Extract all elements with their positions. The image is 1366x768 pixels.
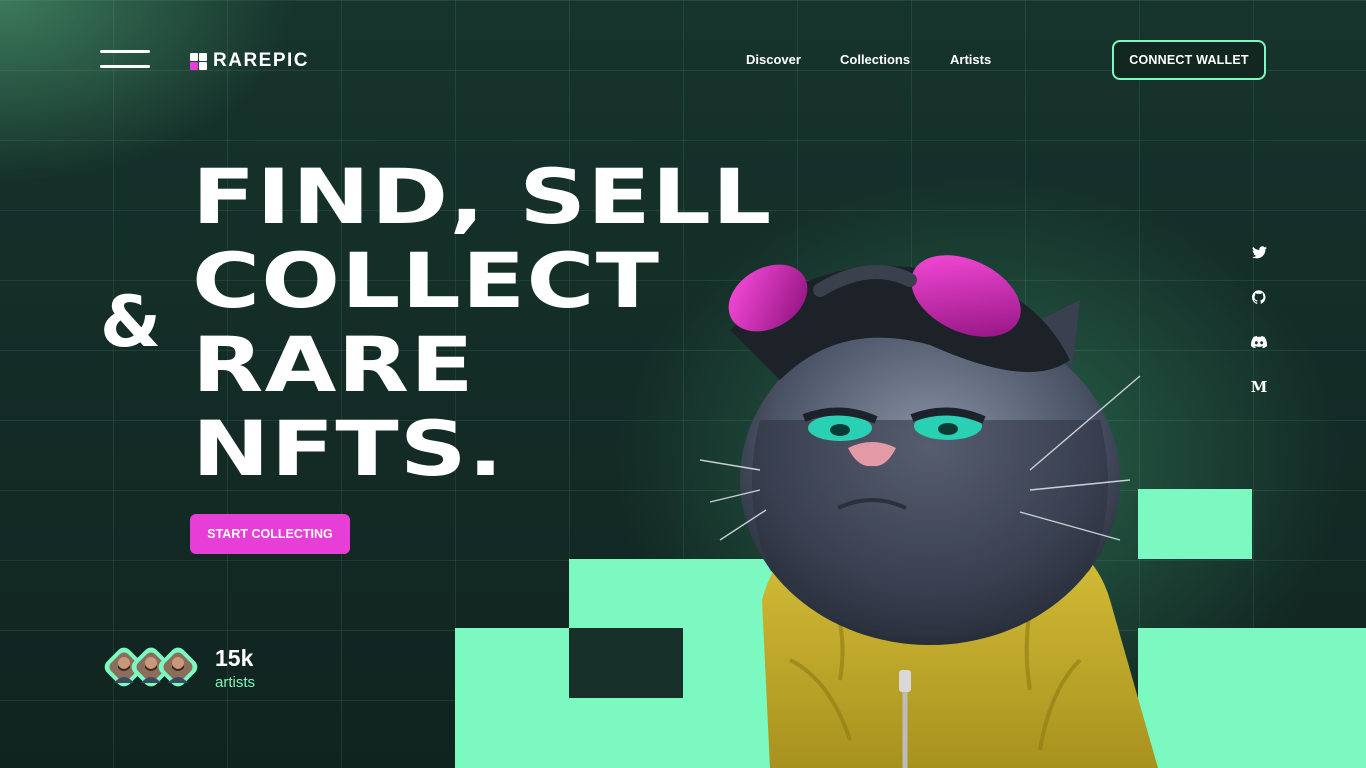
brand-logo[interactable]: RAREPIC <box>190 50 309 72</box>
hero-headline: FIND, SELL COLLECT RARE NFTS. <box>192 155 771 491</box>
dark-block <box>569 628 683 698</box>
nav-artists[interactable]: Artists <box>950 52 991 67</box>
mint-block <box>1138 628 1366 768</box>
avatar <box>156 645 200 689</box>
github-icon[interactable] <box>1248 286 1270 308</box>
headline-line: FIND, SELL <box>192 152 773 241</box>
twitter-icon[interactable] <box>1248 241 1270 263</box>
nav-discover[interactable]: Discover <box>746 52 801 67</box>
artist-count-label: artists <box>215 674 256 691</box>
nav-collections[interactable]: Collections <box>840 52 910 67</box>
discord-icon[interactable] <box>1248 331 1270 353</box>
start-collecting-button[interactable]: START COLLECTING <box>190 514 350 554</box>
artist-count: 15k <box>215 645 254 671</box>
hamburger-menu-icon[interactable] <box>100 50 150 70</box>
medium-icon[interactable]: M <box>1248 376 1270 398</box>
logo-mark-icon <box>190 52 207 70</box>
brand-name: RAREPIC <box>213 50 310 71</box>
connect-wallet-button[interactable]: CONNECT WALLET <box>1112 40 1266 80</box>
headline-line: RARE <box>192 320 475 409</box>
artist-avatars <box>102 645 202 691</box>
cat-nft-illustration <box>700 255 1158 768</box>
headline-line: COLLECT <box>192 236 661 325</box>
headline-line: NFTS. <box>192 404 505 493</box>
ampersand: & <box>100 281 162 363</box>
